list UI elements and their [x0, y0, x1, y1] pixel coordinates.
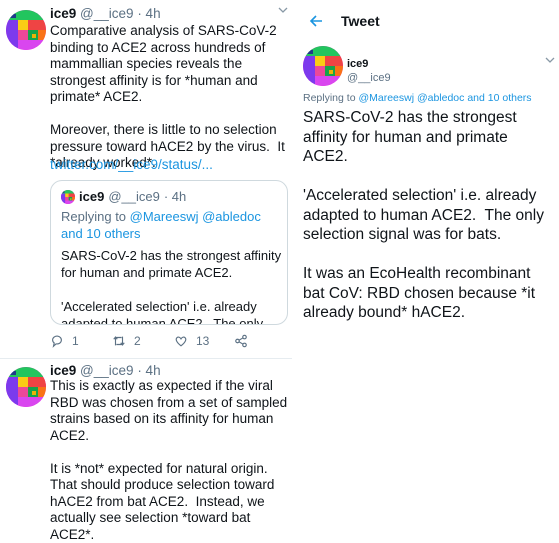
tweet-actions: 1 2 13 — [50, 334, 280, 350]
tweet-text: Comparative analysis of SARS-CoV-2 bindi… — [50, 23, 285, 170]
tweet-first[interactable]: ice9 @__ice9 · 4h Comparative analysis o… — [0, 0, 292, 358]
tweet-text: This is exactly as expected if the viral… — [50, 378, 288, 542]
author-handle[interactable]: @__ice9 — [347, 72, 391, 84]
avatar-image — [6, 10, 46, 50]
heart-icon — [175, 336, 187, 347]
author-name[interactable]: ice9 — [347, 58, 368, 70]
tweet-header: ice9 @__ice9 · 4h — [50, 6, 161, 22]
avatar-image — [61, 190, 75, 204]
avatar-image — [6, 367, 46, 407]
reply-count: 1 — [72, 334, 79, 348]
reply-mentions[interactable]: @Mareeswj @abledoc — [358, 92, 464, 104]
quote-text: SARS-CoV-2 has the strongest affinity fo… — [61, 248, 282, 325]
quote-replying-to: Replying to @Mareeswj @abledoc and 10 ot… — [61, 208, 281, 242]
avatar[interactable] — [303, 46, 343, 86]
like-button[interactable]: 13 — [174, 334, 209, 348]
reply-button[interactable]: 1 — [50, 334, 79, 348]
avatar[interactable] — [6, 10, 46, 50]
author-handle[interactable]: @__ice9 — [80, 6, 134, 21]
quote-author-handle: @__ice9 — [108, 189, 160, 204]
detail-tweet-text: SARS-CoV-2 has the strongest affinity fo… — [303, 109, 544, 321]
tweet-time[interactable]: · 4h — [137, 363, 160, 378]
like-count: 13 — [196, 334, 210, 348]
tweet-time[interactable]: · 4h — [137, 6, 160, 21]
retweet-count: 2 — [134, 334, 141, 348]
author-handle[interactable]: @__ice9 — [80, 363, 134, 378]
author-name[interactable]: ice9 — [50, 6, 76, 21]
tweet-second[interactable]: ice9 @__ice9 · 4h This is exactly as exp… — [0, 359, 292, 542]
back-arrow-icon[interactable] — [309, 14, 323, 28]
chevron-down-icon[interactable] — [278, 6, 288, 14]
share-button[interactable] — [234, 334, 248, 348]
quote-author-name: ice9 — [79, 189, 105, 204]
reply-prefix: Replying to — [61, 209, 130, 224]
quote-time: · 4h — [163, 189, 187, 204]
detail-header: Tweet — [297, 0, 559, 42]
reply-prefix: Replying to — [303, 92, 359, 104]
status-link[interactable]: twitter.com/__ice9/status/... — [50, 157, 213, 172]
chevron-down-icon[interactable] — [545, 56, 555, 64]
retweet-icon — [113, 336, 125, 346]
quoted-tweet[interactable]: ice9 @__ice9 · 4h Replying to @Mareeswj … — [50, 180, 288, 325]
page-title: Tweet — [341, 13, 380, 29]
timeline-panel: ice9 @__ice9 · 4h Comparative analysis o… — [0, 0, 292, 542]
reply-icon — [52, 335, 62, 348]
tweet-detail-panel: Tweet ice9 @__ice9 Replying to @Mareeswj… — [297, 0, 559, 504]
quote-header: ice9 @__ice9 · 4h — [61, 189, 186, 204]
avatar[interactable] — [6, 367, 46, 407]
reply-others[interactable]: and 10 others — [61, 226, 141, 241]
share-icon — [235, 334, 247, 348]
reply-mentions[interactable]: @Mareeswj @abledoc — [130, 209, 261, 224]
tweet-header: ice9 @__ice9 · 4h — [50, 363, 161, 379]
replying-to: Replying to @Mareeswj @abledoc and 10 ot… — [303, 92, 532, 104]
retweet-button[interactable]: 2 — [112, 334, 141, 348]
author-name[interactable]: ice9 — [50, 363, 76, 378]
avatar-image — [303, 46, 343, 86]
avatar — [61, 190, 75, 204]
reply-others[interactable]: and 10 others — [464, 92, 531, 104]
